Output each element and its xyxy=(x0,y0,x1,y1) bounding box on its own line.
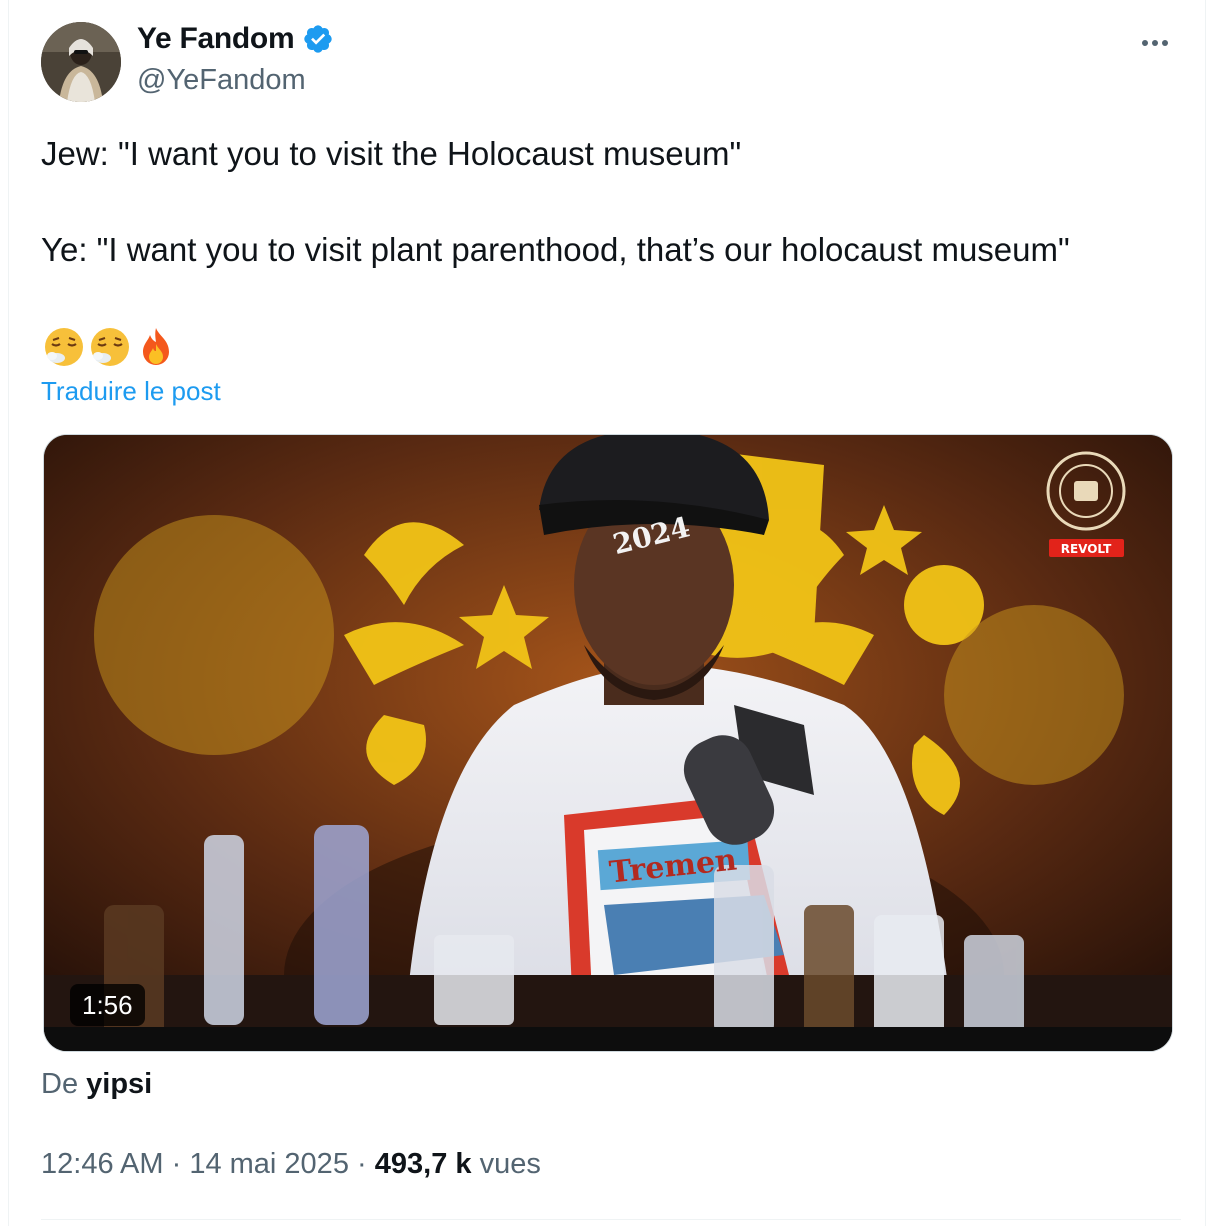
video-player[interactable]: 2024 Tremen REVOLT 1:56 xyxy=(43,434,1173,1052)
video-attribution: De yipsi xyxy=(41,1068,152,1101)
author-handle[interactable]: @YeFandom xyxy=(137,64,306,97)
face-exhaling-icon xyxy=(45,328,83,366)
video-thumbnail: 2024 Tremen REVOLT xyxy=(44,435,1172,1051)
author-avatar[interactable] xyxy=(41,22,121,102)
face-exhaling-icon xyxy=(91,328,129,366)
fire-icon xyxy=(143,328,169,365)
attribution-prefix: De xyxy=(41,1068,79,1100)
drink-champs-logo xyxy=(1046,451,1126,531)
views-count[interactable]: 493,7 k xyxy=(375,1148,472,1180)
revolt-watermark: REVOLT xyxy=(1061,542,1112,556)
more-options-icon[interactable] xyxy=(1135,28,1175,58)
video-progress-bar[interactable] xyxy=(44,1027,1172,1051)
tweet-time[interactable]: 12:46 AM xyxy=(41,1148,164,1180)
translate-post-link[interactable]: Traduire le post xyxy=(41,376,221,407)
meta-separator: · xyxy=(357,1148,367,1180)
tweet-line-2: Ye: "I want you to visit plant parenthoo… xyxy=(41,231,1070,268)
tweet-date[interactable]: 14 mai 2025 xyxy=(189,1148,349,1180)
meta-separator: · xyxy=(171,1148,182,1180)
tweet-meta: 12:46 AM · 14 mai 2025 · 493,7 k vues xyxy=(41,1148,541,1181)
author-display-name[interactable]: Ye Fandom xyxy=(137,22,295,56)
tweet-card: Ye Fandom @YeFandom Jew: "I want you to … xyxy=(8,0,1206,1226)
views-label: vues xyxy=(479,1148,541,1180)
verified-badge-icon xyxy=(302,23,334,55)
tweet-line-1: Jew: "I want you to visit the Holocaust … xyxy=(41,135,742,172)
tweet-text: Jew: "I want you to visit the Holocaust … xyxy=(41,132,1181,272)
emoji-row xyxy=(43,326,177,368)
video-duration-badge: 1:56 xyxy=(70,984,145,1026)
divider xyxy=(41,1219,1181,1220)
attribution-source-link[interactable]: yipsi xyxy=(86,1068,152,1100)
